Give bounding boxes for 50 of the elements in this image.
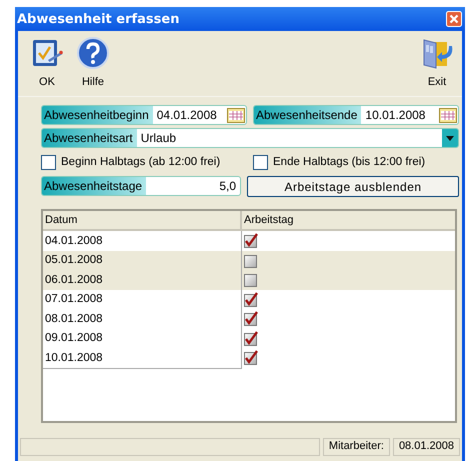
checkbox-label: Beginn Halbtags (ab 12:00 frei) [61, 156, 220, 168]
help-icon [76, 36, 110, 70]
toolbar-button[interactable]: OK [30, 36, 64, 92]
checkbox[interactable] [244, 252, 258, 268]
checkbox[interactable] [244, 292, 258, 307]
checkbox-label: Ende Halbtags (bis 12:00 frei) [273, 156, 426, 168]
field-label: Abwesenheitbeginn [42, 106, 153, 124]
table-row[interactable]: 10.01.2008 [43, 348, 455, 368]
calendar-icon[interactable] [227, 108, 245, 122]
date-field[interactable]: Abwesenheitsende 10.01.2008 [253, 105, 459, 125]
date-cell: 05.01.2008 [43, 250, 242, 270]
toggle-workdays-button[interactable]: Arbeitstage ausblenden [247, 176, 459, 197]
date-cell: 08.01.2008 [43, 309, 242, 328]
date-cell: 07.01.2008 [43, 290, 242, 309]
checkbox[interactable] [244, 350, 258, 366]
window-title: Abwesenheit erfassen [17, 12, 180, 26]
table-row[interactable]: 04.01.2008 [43, 231, 455, 250]
field-value: Urlaub [140, 131, 178, 145]
table-row[interactable]: 09.01.2008 [43, 328, 455, 348]
date-cell: 04.01.2008 [43, 231, 242, 250]
status-label: Mitarbeiter: [322, 438, 390, 456]
field-label: Abwesenheitsende [254, 106, 362, 124]
checkbox[interactable] [244, 233, 258, 248]
date-cell: 10.01.2008 [43, 348, 242, 368]
column-header[interactable]: Arbeitstag [242, 211, 455, 229]
number-field[interactable]: Abwesenheitstage 5,0 [41, 176, 241, 196]
table-row[interactable]: 08.01.2008 [43, 309, 455, 328]
calendar-icon[interactable] [439, 108, 457, 122]
checkbox[interactable] [41, 154, 56, 170]
toolbar-button[interactable]: Hilfe [76, 36, 110, 92]
field-label: Abwesenheitstage [42, 177, 146, 195]
checkbox[interactable] [253, 154, 268, 170]
field-label: Abwesenheitsart [42, 129, 137, 147]
date-cell: 06.01.2008 [43, 270, 242, 290]
dropdown-field[interactable]: Abwesenheitsart Urlaub [41, 128, 459, 148]
table-row[interactable]: 06.01.2008 [43, 270, 455, 290]
close-icon[interactable] [446, 11, 462, 27]
field-value: 10.01.2008 [364, 108, 426, 122]
date-cell: 09.01.2008 [43, 328, 242, 348]
toolbar-button[interactable]: Exit [420, 36, 454, 92]
field-value: 5,0 [218, 179, 237, 193]
checkbox[interactable] [244, 272, 258, 288]
checkbox[interactable] [244, 330, 258, 346]
column-header[interactable]: Datum [43, 211, 242, 229]
status-value: 08.01.2008 [392, 438, 460, 456]
table-row[interactable]: 05.01.2008 [43, 250, 455, 270]
field-value: 04.01.2008 [156, 108, 218, 122]
date-field[interactable]: Abwesenheitbeginn 04.01.2008 [41, 105, 247, 125]
table-row[interactable]: 07.01.2008 [43, 290, 455, 309]
checkbox[interactable] [244, 311, 258, 326]
